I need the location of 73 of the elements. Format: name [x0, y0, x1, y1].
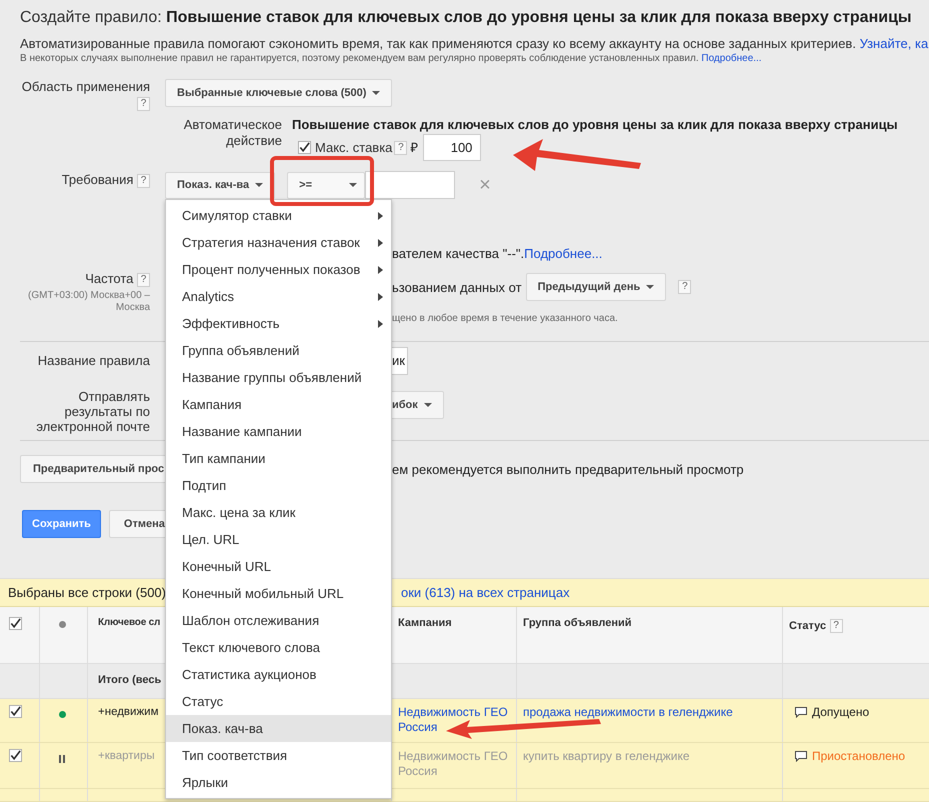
operator-dropdown[interactable]: >=: [287, 172, 366, 198]
menu-item[interactable]: Название кампании: [166, 418, 391, 445]
select-all-link[interactable]: оки (613) на всех страницах: [400, 585, 570, 600]
status-text: Допущено: [812, 705, 870, 720]
menu-item[interactable]: Группа объявлений: [166, 337, 391, 364]
help-icon[interactable]: ?: [394, 140, 408, 154]
bid-label: Макс. ставка: [315, 140, 392, 156]
field-label: Отправлять результаты по электронной почте: [35, 389, 150, 434]
menu-item[interactable]: Процент полученных показов: [166, 256, 391, 283]
comment-icon[interactable]: [795, 751, 807, 762]
checkbox[interactable]: [9, 617, 22, 630]
help-icon[interactable]: ?: [830, 618, 843, 633]
menu-item[interactable]: Шаблон отслеживания: [166, 607, 391, 634]
learn-more-link[interactable]: Узнайте, ка: [860, 36, 928, 51]
field-label: Название правила: [38, 353, 150, 368]
field-label: Частота: [85, 271, 134, 286]
caret-icon: [372, 91, 380, 96]
selection-text: Выбраны все строки (500): [8, 585, 166, 600]
menu-item[interactable]: Тип соответствия: [166, 742, 391, 769]
title-prefix: Создайте правило:: [20, 9, 162, 26]
more-link[interactable]: Подробнее...: [524, 246, 602, 262]
menu-item[interactable]: Показ. кач-ва: [166, 715, 391, 742]
menu-item[interactable]: Конечный URL: [166, 553, 391, 580]
preview-text: ем рекомендуется выполнить предварительный просмотр: [392, 462, 744, 476]
menu-item[interactable]: Кампания: [166, 391, 391, 418]
checkbox[interactable]: [9, 705, 22, 718]
email-dropdown[interactable]: ибок: [392, 391, 444, 419]
menu-item[interactable]: Цел. URL: [166, 526, 391, 553]
menu-item[interactable]: Статистика аукционов: [166, 661, 391, 688]
menu-item[interactable]: Эффективность: [166, 310, 391, 337]
rule-name-input[interactable]: ик: [392, 347, 408, 375]
action-text: Повышение ставок для ключевых слов до уровня цены за клик для показа вверху страницы: [292, 117, 898, 133]
caret-icon: [255, 183, 264, 188]
status-text: Приостановлено: [812, 749, 906, 764]
currency-symbol: ₽: [410, 140, 418, 156]
more-link[interactable]: Подробнее...: [701, 53, 762, 64]
field-label: Автоматическое действие: [182, 117, 282, 149]
bid-input[interactable]: 100: [423, 134, 482, 161]
help-icon[interactable]: ?: [678, 280, 692, 294]
caret-icon: [646, 285, 654, 290]
field-label: Требования: [62, 172, 134, 187]
menu-item[interactable]: Стратегия назначения ставок: [166, 229, 391, 256]
column-header[interactable]: Статус: [789, 620, 826, 632]
help-icon[interactable]: ?: [137, 96, 150, 111]
value-input[interactable]: [365, 171, 456, 199]
hint-text: щено в любое время в течение указанного часа.: [392, 313, 618, 324]
comment-icon[interactable]: [795, 707, 807, 718]
menu-item[interactable]: Analytics: [166, 283, 391, 310]
requirement-note: вателем качества "--".: [392, 246, 524, 262]
rule-title: Повышение ставок для ключевых слов до уровня цены за клик для показа вверху страницы: [166, 9, 912, 26]
data-text: ьзованием данных от: [392, 280, 522, 294]
pause-icon: [59, 755, 65, 763]
scope-dropdown[interactable]: Выбранные ключевые слова (500): [165, 79, 392, 107]
menu-item[interactable]: Макс. цена за клик: [166, 499, 391, 526]
checkbox[interactable]: [9, 749, 22, 762]
note-text: В некоторых случаях выполнение правил не гарантируется, поэтому рекомендуем вам регулярно проверять соблюдение установленных правил.: [20, 53, 699, 64]
column-header[interactable]: Группа объявлений: [517, 607, 783, 663]
metric-dropdown[interactable]: Показ. кач-ва: [165, 172, 276, 198]
menu-item[interactable]: Название группы объявлений: [166, 364, 391, 391]
timezone-text: (GMT+03:00) Москва+00 – Москва: [27, 290, 150, 314]
enabled-dot-icon: [59, 711, 66, 718]
field-label: Область применения: [22, 79, 150, 94]
description-text: Автоматизированные правила помогают сэкономить время, так как применяются сразу ко всему аккаунту на основе заданных критериев.: [20, 36, 856, 51]
menu-item[interactable]: Конечный мобильный URL: [166, 580, 391, 607]
status-dot-icon: [59, 621, 66, 628]
menu-item[interactable]: Текст ключевого слова: [166, 634, 391, 661]
help-icon[interactable]: ?: [137, 174, 150, 188]
period-dropdown[interactable]: Предыдущий день: [526, 273, 666, 301]
caret-icon: [424, 403, 432, 408]
help-icon[interactable]: ?: [137, 272, 150, 287]
caret-icon: [349, 183, 358, 188]
menu-item[interactable]: Симулятор ставки: [166, 202, 391, 229]
checkbox[interactable]: [298, 141, 311, 154]
